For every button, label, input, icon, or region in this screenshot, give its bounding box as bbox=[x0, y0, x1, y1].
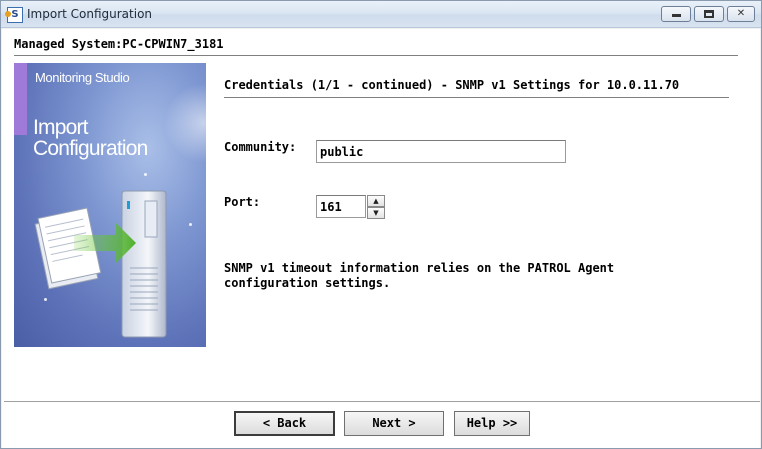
community-input[interactable] bbox=[316, 140, 566, 163]
title-divider bbox=[224, 97, 729, 98]
help-button[interactable]: Help >> bbox=[454, 411, 530, 436]
app-icon: S bbox=[5, 7, 23, 23]
chevron-up-icon: ▲ bbox=[373, 197, 379, 205]
timeout-info-text: SNMP v1 timeout information relies on th… bbox=[224, 261, 724, 291]
minimize-icon bbox=[671, 14, 681, 17]
close-button[interactable]: ✕ bbox=[727, 6, 755, 22]
info-line-2: configuration settings. bbox=[224, 276, 391, 290]
minimize-button[interactable] bbox=[661, 6, 691, 22]
port-increment-button[interactable]: ▲ bbox=[367, 195, 385, 207]
next-button[interactable]: Next > bbox=[344, 411, 444, 436]
wizard-banner-image: Monitoring Studio Import Configuration bbox=[14, 63, 206, 347]
footer-divider bbox=[4, 401, 760, 402]
port-label: Port: bbox=[224, 195, 261, 209]
community-label: Community: bbox=[224, 140, 297, 154]
back-button[interactable]: < Back bbox=[234, 411, 335, 436]
chevron-down-icon: ▼ bbox=[373, 209, 379, 217]
managed-system-label: Managed System:PC-CPWIN7_3181 bbox=[14, 37, 224, 51]
maximize-icon bbox=[704, 10, 714, 18]
page-title: Credentials (1/1 - continued) - SNMP v1 … bbox=[224, 78, 680, 92]
close-icon: ✕ bbox=[736, 8, 746, 19]
maximize-button[interactable] bbox=[694, 6, 724, 22]
import-configuration-window: S Import Configuration ✕ Managed System:… bbox=[0, 0, 762, 449]
port-decrement-button[interactable]: ▼ bbox=[367, 207, 385, 219]
port-input[interactable] bbox=[316, 195, 366, 218]
dialog-body: Managed System:PC-CPWIN7_3181 Monitoring… bbox=[2, 29, 760, 448]
title-bar[interactable]: S Import Configuration ✕ bbox=[1, 1, 761, 28]
import-illustration-icon bbox=[34, 190, 167, 338]
header-divider bbox=[14, 55, 738, 56]
window-title: Import Configuration bbox=[27, 7, 153, 21]
info-line-1: SNMP v1 timeout information relies on th… bbox=[224, 261, 615, 275]
